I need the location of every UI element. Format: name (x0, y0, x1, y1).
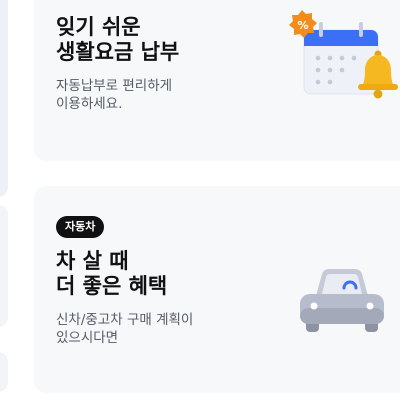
percent-symbol: % (297, 19, 308, 32)
card-title: 차 살 때 더 좋은 혜택 (56, 249, 167, 299)
card-description-line: 자동납부로 편리하게 (56, 78, 173, 94)
utility-autopay-card[interactable]: 잊기 쉬운 생활요금 납부 자동납부로 편리하게 이용하세요. % (34, 0, 400, 161)
card-description: 자동납부로 편리하게 이용하세요. (56, 77, 172, 113)
card-title-line: 더 좋은 혜택 (56, 274, 168, 298)
calendar-bell-icon: % (289, 10, 398, 99)
card-title-line: 잊기 쉬운 (56, 15, 141, 39)
left-card-edge (0, 352, 8, 392)
card-description-line: 이용하세요. (56, 96, 123, 112)
car-benefit-card[interactable]: 자동차 차 살 때 더 좋은 혜택 신차/중고차 구매 계획이 있으시다면 (34, 186, 400, 393)
card-description-line: 신차/중고차 구매 계획이 (56, 312, 194, 328)
category-badge: 자동차 (56, 216, 105, 238)
card-title-line: 차 살 때 (56, 249, 129, 273)
card-title: 잊기 쉬운 생활요금 납부 (56, 15, 179, 65)
page: 잊기 쉬운 생활요금 납부 자동납부로 편리하게 이용하세요. % 자동차 차 … (0, 0, 400, 400)
left-card-edge (0, 205, 8, 327)
left-card-edge (0, 0, 8, 197)
card-description-line: 있으시다면 (56, 330, 119, 346)
card-description: 신차/중고차 구매 계획이 있으시다면 (56, 311, 193, 347)
card-title-line: 생활요금 납부 (56, 40, 180, 64)
car-icon (300, 268, 384, 332)
